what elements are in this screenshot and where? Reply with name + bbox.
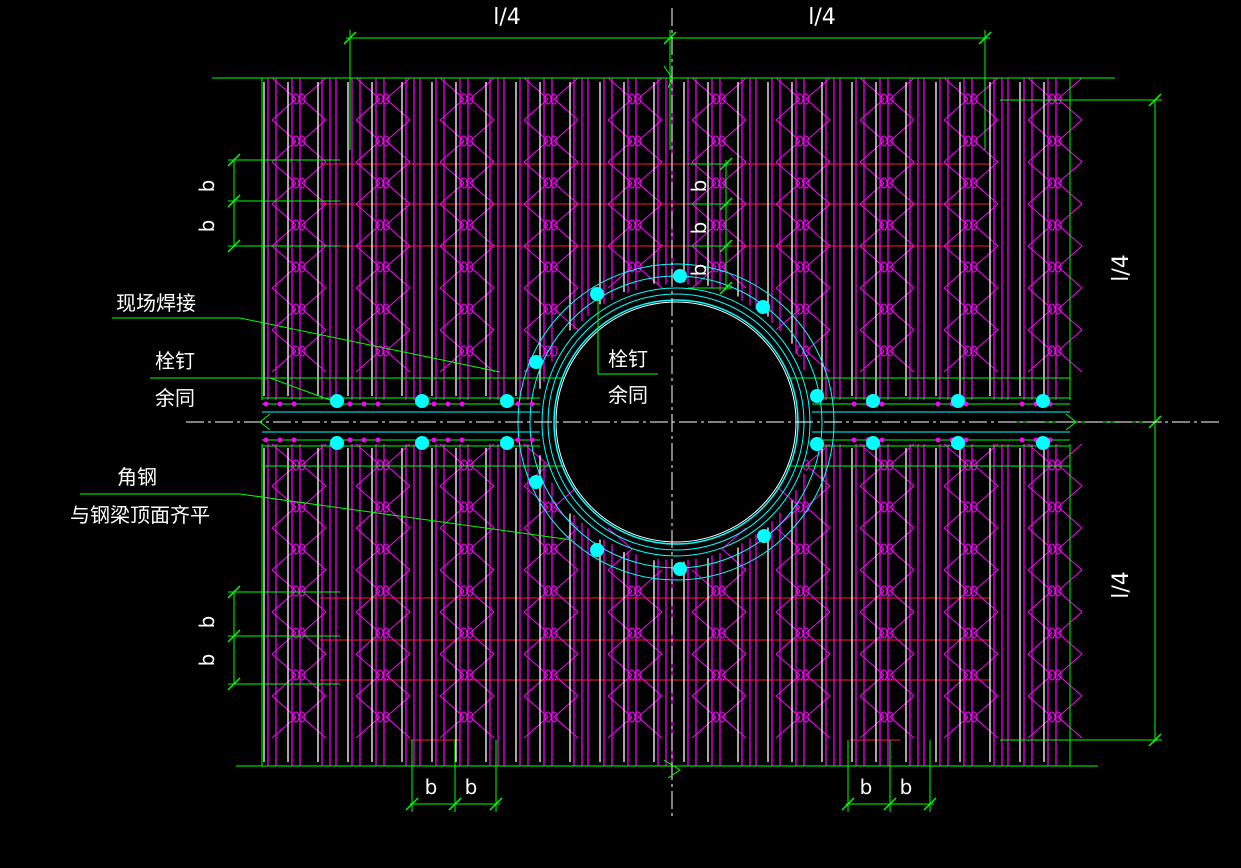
note-stud-left-1: 栓钉 [155, 349, 195, 373]
dim-b-center-3: b [687, 264, 711, 277]
beam-stud-mark [263, 401, 269, 407]
beam-stud-mark [935, 401, 941, 407]
beam-stud-mark [935, 437, 941, 443]
beam-stud-mark [879, 437, 885, 443]
dim-b-bottom-right-1: b [860, 775, 873, 799]
dim-b-left-upper-1: b [195, 180, 219, 193]
dim-quarter-right-upper: l/4 [1109, 254, 1134, 282]
beam-stud-mark [291, 437, 297, 443]
dim-b-bottom-left-1: b [425, 775, 438, 799]
beam-stud-mark [431, 401, 437, 407]
shear-stud [866, 394, 880, 408]
dim-quarter-right-lower: l/4 [1109, 571, 1134, 599]
dim-b-center-2: b [687, 222, 711, 235]
beam-stud-mark [347, 401, 353, 407]
beam-stud-mark [375, 437, 381, 443]
dim-quarter-top-left: l/4 [493, 5, 521, 30]
beam-stud-mark [529, 401, 535, 407]
shear-stud [1036, 394, 1050, 408]
shear-stud [757, 529, 771, 543]
beam-stud-mark [445, 401, 451, 407]
beam-stud-mark [347, 437, 353, 443]
dim-b-left-upper-2: b [195, 220, 219, 233]
dim-b-center-1: b [687, 180, 711, 193]
dim-b-left-lower-2: b [195, 654, 219, 667]
shear-stud [415, 394, 429, 408]
shear-stud [590, 543, 604, 557]
break-mark [663, 65, 673, 89]
note-angle-steel-2: 与钢梁顶面齐平 [70, 503, 210, 527]
beam-stud-mark [459, 437, 465, 443]
note-stud-left-2: 余同 [155, 386, 195, 410]
beam-stud-mark [1019, 437, 1025, 443]
note-stud-center-2: 余同 [608, 383, 648, 407]
shear-stud [590, 287, 604, 301]
shear-stud [673, 562, 687, 576]
beam-stud-mark [459, 401, 465, 407]
beam-stud-mark [361, 437, 367, 443]
shear-stud [951, 436, 965, 450]
shear-stud [529, 355, 543, 369]
cad-drawing-canvas: l/4 l/4 l/4 l/4 b b b b b b b b b b b 现场… [0, 0, 1241, 863]
floor-deck-plan: l/4 l/4 l/4 l/4 b b b b b b b b b b b 现场… [70, 5, 1220, 820]
shear-stud [330, 394, 344, 408]
shear-stud [866, 436, 880, 450]
beam-stud-mark [515, 401, 521, 407]
beam-stud-mark [361, 401, 367, 407]
beam-stud-mark [291, 401, 297, 407]
shear-stud [756, 300, 770, 314]
beam-stud-mark [375, 401, 381, 407]
shear-stud [810, 437, 824, 451]
dim-b-left-lower-1: b [195, 616, 219, 629]
shear-stud [810, 389, 824, 403]
beam-stud-mark [851, 401, 857, 407]
note-angle-steel-1: 角钢 [117, 465, 157, 489]
shear-stud [951, 394, 965, 408]
beam-stud-mark [879, 401, 885, 407]
shear-stud [529, 475, 543, 489]
shear-stud [1036, 436, 1050, 450]
dim-b-bottom-left-2: b [465, 775, 478, 799]
shear-stud [415, 436, 429, 450]
beam-stud-mark [1019, 401, 1025, 407]
beam-stud-mark [851, 437, 857, 443]
note-field-weld: 现场焊接 [116, 291, 196, 315]
dim-quarter-top-right: l/4 [808, 5, 836, 30]
note-stud-center-1: 栓钉 [608, 347, 648, 371]
beam-stud-mark [529, 437, 535, 443]
shear-stud [673, 269, 687, 283]
beam-stud-mark [445, 437, 451, 443]
shear-stud [330, 436, 344, 450]
beam-stud-mark [277, 401, 283, 407]
beam-stud-mark [515, 437, 521, 443]
beam-stud-mark [277, 437, 283, 443]
beam-stud-mark [263, 437, 269, 443]
shear-stud [500, 394, 514, 408]
dim-b-bottom-right-2: b [900, 775, 913, 799]
beam-stud-mark [431, 437, 437, 443]
shear-stud [500, 436, 514, 450]
